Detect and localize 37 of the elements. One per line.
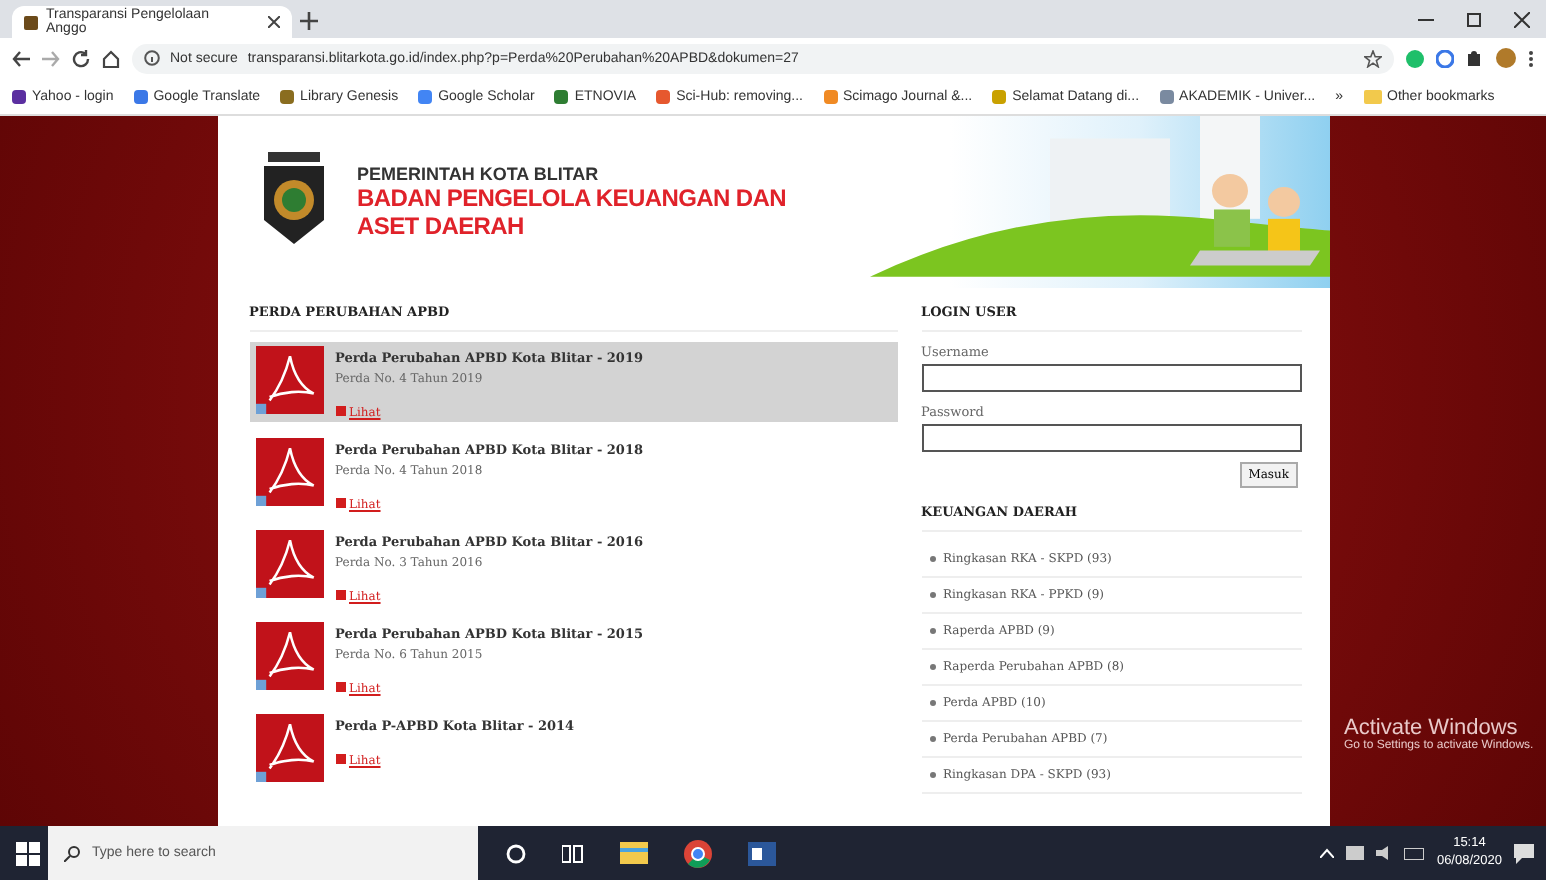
word-icon[interactable] [748, 841, 776, 865]
header-title: BADAN PENGELOLA KEUANGAN DAN ASET DAERAH [357, 184, 788, 240]
reload-icon[interactable] [72, 49, 90, 67]
search-icon [64, 845, 80, 861]
close-icon[interactable] [1514, 11, 1530, 27]
bullet-icon [929, 627, 935, 634]
header-subtitle: PEMERINTAH KOTA BLITAR [357, 164, 601, 184]
bullet-icon [929, 555, 935, 562]
pdf-icon [255, 622, 323, 694]
favicon-icon [24, 15, 38, 29]
back-icon[interactable] [12, 49, 30, 67]
menu-icon[interactable] [1528, 49, 1534, 67]
task-view-icon[interactable] [562, 843, 584, 863]
close-icon[interactable] [268, 16, 280, 28]
avatar-icon[interactable] [1496, 48, 1516, 68]
restore-icon[interactable] [1466, 11, 1482, 27]
speaker-icon[interactable] [1376, 846, 1393, 860]
info-icon [144, 50, 160, 66]
password-field[interactable] [921, 424, 1301, 452]
bullet-icon [929, 699, 935, 706]
pdf-icon [255, 438, 323, 510]
home-icon[interactable] [102, 49, 120, 67]
activation-title: Activate Windows [1344, 716, 1518, 740]
notification-icon[interactable] [1514, 843, 1534, 863]
bullet-icon [929, 735, 935, 742]
pdf-icon [255, 346, 323, 418]
chrome-icon[interactable] [684, 839, 712, 867]
star-icon[interactable] [1364, 49, 1382, 67]
folder-icon [1363, 89, 1382, 103]
tray-up-icon[interactable] [1320, 848, 1335, 858]
cortana-icon[interactable] [506, 843, 526, 863]
bullet-icon [929, 663, 935, 670]
pdf-icon [255, 714, 323, 786]
bullet-icon [929, 591, 935, 598]
pdf-icon [255, 530, 323, 602]
username-field[interactable] [921, 364, 1301, 392]
bullet-icon [929, 771, 935, 778]
